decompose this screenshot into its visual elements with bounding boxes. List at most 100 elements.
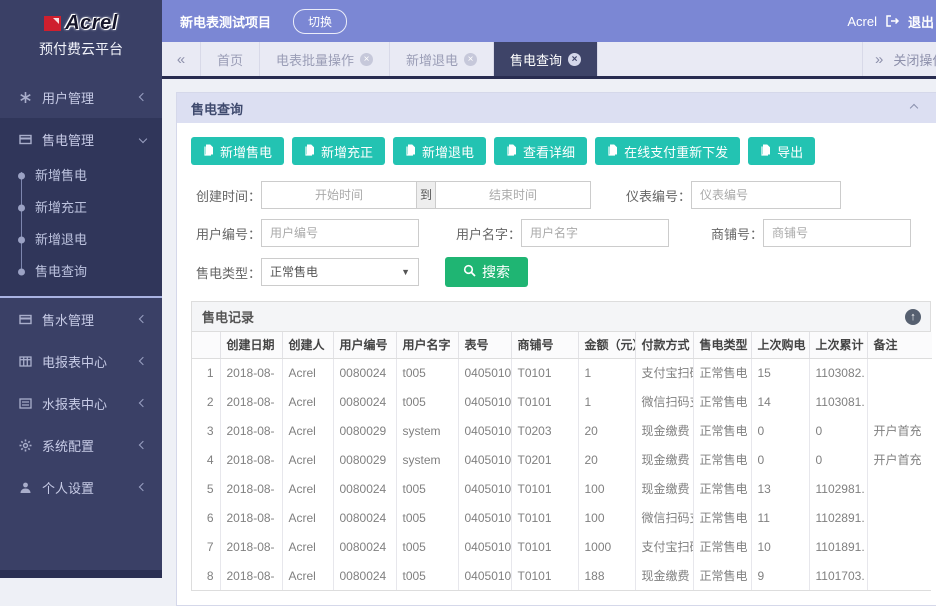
- toolbar-button[interactable]: 新增充正: [292, 137, 385, 165]
- to-label: 到: [417, 181, 435, 209]
- document-icon: [304, 143, 316, 159]
- sidebar-item-personal-settings[interactable]: 个人设置: [0, 466, 162, 508]
- tab-item[interactable]: 电表批量操作×: [260, 42, 390, 76]
- logout-link[interactable]: 退出: [908, 12, 934, 31]
- table-cell: 开户首充: [867, 445, 932, 474]
- sidebar-subitem-new-refund[interactable]: 新增退电: [0, 224, 162, 256]
- sidebar-item-system-config[interactable]: 系统配置: [0, 424, 162, 466]
- table-cell: 2018-08-: [220, 532, 282, 561]
- table-cell: 微信扫码支付: [635, 387, 693, 416]
- meter-no-input[interactable]: [691, 181, 841, 209]
- table-row[interactable]: 62018-08-Acrel0080024t00504050101T010110…: [192, 503, 932, 532]
- toolbar-button[interactable]: 新增售电: [191, 137, 284, 165]
- sidebar-item-user-management[interactable]: 用户管理: [0, 76, 162, 118]
- sidebar-item-label: 售水管理: [42, 310, 94, 329]
- table-cell: 2018-08-: [220, 387, 282, 416]
- user-name-input[interactable]: [521, 219, 669, 247]
- document-icon: [506, 143, 518, 159]
- table-cell: 04050101: [458, 503, 511, 532]
- table-cell: 10: [751, 532, 809, 561]
- sidebar-subitem-new-correction[interactable]: 新增充正: [0, 192, 162, 224]
- table-cell: 6: [192, 503, 220, 532]
- table-cell: 04050101: [458, 474, 511, 503]
- sidebar: Acrel 预付费云平台 用户管理 售电管理 新增售电 新增充正 新增退电: [0, 0, 162, 578]
- search-button[interactable]: 搜索: [445, 257, 528, 287]
- sidebar-item-electricity-report-center[interactable]: 电报表中心: [0, 340, 162, 382]
- user-no-input[interactable]: [261, 219, 419, 247]
- toolbar-button[interactable]: 查看详细: [494, 137, 587, 165]
- tab-item[interactable]: 首页: [200, 42, 260, 76]
- sale-type-label: 售电类型：: [191, 263, 261, 282]
- sidebar-nav: 用户管理 售电管理 新增售电 新增充正 新增退电 售电查询 售水管理: [0, 76, 162, 508]
- sale-type-select[interactable]: 正常售电 ▼: [261, 258, 419, 286]
- table-row[interactable]: 52018-08-Acrel0080024t00504050101T010110…: [192, 474, 932, 503]
- sidebar-collapse-bar[interactable]: [0, 570, 162, 578]
- table-cell: 支付宝扫码: [635, 532, 693, 561]
- close-operations-menu[interactable]: 关闭操作: [893, 50, 936, 69]
- search-icon: [463, 264, 476, 280]
- table-header-cell: [192, 332, 220, 358]
- tab-close-icon[interactable]: ×: [464, 53, 477, 66]
- logo-subtitle: 预付费云平台: [0, 39, 162, 59]
- table-row[interactable]: 42018-08-Acrel0080029system04050102T0201…: [192, 445, 932, 474]
- tab-scroll-left-icon[interactable]: «: [162, 42, 200, 76]
- toolbar-button[interactable]: 新增退电: [393, 137, 486, 165]
- tab-label: 新增退电: [406, 50, 458, 69]
- table-row[interactable]: 12018-08-Acrel0080024t00504050101T01011支…: [192, 358, 932, 387]
- sidebar-item-label: 水报表中心: [42, 394, 107, 413]
- table-header-cell: 表号: [458, 332, 511, 358]
- table-row[interactable]: 32018-08-Acrel0080029system04050102T0203…: [192, 416, 932, 445]
- table-cell: 11: [751, 503, 809, 532]
- table-row[interactable]: 22018-08-Acrel0080024t00504050101T01011微…: [192, 387, 932, 416]
- table-cell: T0101: [511, 387, 578, 416]
- electricity-report-icon: [18, 354, 32, 368]
- table-header-cell: 创建日期: [220, 332, 282, 358]
- sidebar-item-water-report-center[interactable]: 水报表中心: [0, 382, 162, 424]
- table-cell: 正常售电: [693, 503, 751, 532]
- table-cell: 1103082.: [809, 358, 867, 387]
- sidebar-subitem-new-sale[interactable]: 新增售电: [0, 160, 162, 192]
- end-time-input[interactable]: [435, 181, 591, 209]
- tab-close-icon[interactable]: ×: [360, 53, 373, 66]
- tab-scroll-right-icon[interactable]: »: [875, 51, 883, 68]
- toolbar-button[interactable]: 导出: [748, 137, 815, 165]
- table-header-cell: 售电类型: [693, 332, 751, 358]
- table-cell: 2: [192, 387, 220, 416]
- table-body: 12018-08-Acrel0080024t00504050101T01011支…: [192, 358, 932, 590]
- table-cell: 04050101: [458, 532, 511, 561]
- table-cell: T0101: [511, 358, 578, 387]
- tab-close-icon[interactable]: ×: [568, 53, 581, 66]
- sidebar-item-water-sale[interactable]: 售水管理: [0, 298, 162, 340]
- subitem-label: 新增充正: [35, 200, 87, 215]
- sidebar-item-electricity-sale[interactable]: 售电管理: [0, 118, 162, 160]
- tab-item[interactable]: 新增退电 ×: [390, 42, 494, 76]
- table-cell: t005: [396, 561, 458, 590]
- shop-no-label: 商铺号：: [705, 224, 763, 243]
- chevron-left-icon: [139, 399, 147, 407]
- sidebar-group-electricity-sale: 售电管理 新增售电 新增充正 新增退电 售电查询: [0, 118, 162, 298]
- project-name: 新电表测试项目: [180, 12, 271, 31]
- table-cell: 2018-08-: [220, 416, 282, 445]
- table-cell: t005: [396, 358, 458, 387]
- toolbar-button[interactable]: 在线支付重新下发: [595, 137, 740, 165]
- collapse-table-icon[interactable]: ↑: [905, 309, 921, 325]
- table-cell: 0080024: [333, 532, 396, 561]
- chevron-left-icon: [139, 483, 147, 491]
- table-cell: 14: [751, 387, 809, 416]
- shop-no-input[interactable]: [763, 219, 911, 247]
- switch-project-button[interactable]: 切换: [293, 9, 347, 34]
- sidebar-item-label: 系统配置: [42, 436, 94, 455]
- table-cell: 5: [192, 474, 220, 503]
- panel-collapse-icon[interactable]: [910, 104, 918, 112]
- table-header-row: 创建日期创建人用户编号用户名字表号商铺号金额（元）付款方式售电类型上次购电上次累…: [192, 332, 932, 358]
- table-cell: 2018-08-: [220, 474, 282, 503]
- table-cell: 20: [578, 416, 635, 445]
- start-time-input[interactable]: [261, 181, 417, 209]
- tab-item[interactable]: 售电查询×: [494, 42, 598, 76]
- table-cell: 9: [751, 561, 809, 590]
- table-cell: t005: [396, 474, 458, 503]
- sidebar-subitem-sale-query[interactable]: 售电查询: [0, 256, 162, 288]
- table-row[interactable]: 72018-08-Acrel0080024t00504050101T010110…: [192, 532, 932, 561]
- table-row[interactable]: 82018-08-Acrel0080024t00504050101T010118…: [192, 561, 932, 590]
- create-time-label: 创建时间：: [191, 186, 261, 205]
